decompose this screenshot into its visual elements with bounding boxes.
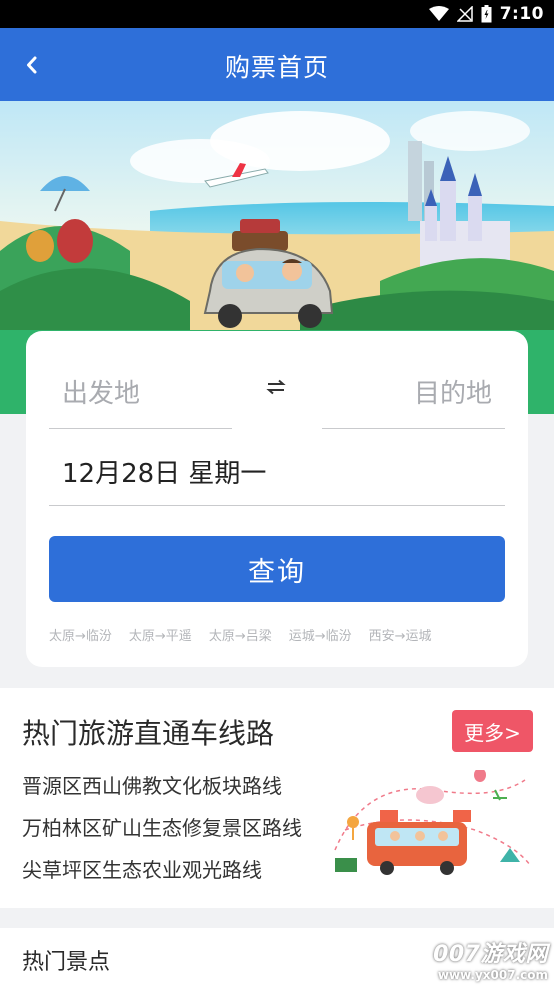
wifi-icon [428, 6, 449, 21]
travel-date-field[interactable]: 12月28日 星期一 [62, 453, 266, 490]
route-item[interactable]: 尖草坪区生态农业观光路线 [22, 854, 262, 883]
history-item[interactable]: 太原→吕梁 [209, 625, 272, 644]
no-signal-icon [456, 6, 473, 22]
destination-underline [322, 428, 505, 429]
departure-city-field[interactable]: 出发地 [62, 373, 140, 410]
status-icons: 7:10 [428, 4, 544, 24]
status-bar: 7:10 [0, 0, 554, 28]
banner-illustration [0, 111, 554, 333]
history-item[interactable]: 运城→临汾 [289, 625, 352, 644]
history-item[interactable]: 太原→平遥 [129, 625, 192, 644]
swap-icon [266, 379, 286, 395]
battery-icon [481, 5, 492, 23]
hot-spots-title: 热门景点 [22, 950, 111, 975]
status-time: 7:10 [499, 4, 544, 24]
route-item[interactable]: 万柏林区矿山生态修复景区路线 [22, 812, 302, 841]
hot-routes-section: 热门旅游直通车线路 更多> 晋源区西山佛教文化板块路线 万柏林区矿山生态修复景区… [0, 688, 554, 908]
date-underline [49, 505, 505, 506]
more-routes-button[interactable]: 更多> [452, 710, 533, 752]
destination-city-field[interactable]: 目的地 [414, 373, 492, 410]
history-item[interactable]: 太原→临汾 [49, 625, 112, 644]
query-button[interactable]: 查询 [49, 536, 505, 602]
route-item[interactable]: 晋源区西山佛教文化板块路线 [22, 770, 282, 799]
swap-cities-button[interactable] [266, 379, 286, 399]
departure-underline [49, 428, 232, 429]
hot-routes-title: 热门旅游直通车线路 [22, 717, 275, 750]
ticket-search-card: 出发地 目的地 12月28日 星期一 查询 太原→临汾 太原→平遥 太原→吕梁 … [26, 331, 528, 667]
watermark-brand: 007游戏网 [433, 942, 548, 967]
bus-illustration [334, 770, 531, 875]
title-bar: 购票首页 [0, 28, 554, 101]
watermark-url: www.yx007.com [437, 968, 548, 982]
history-item[interactable]: 西安→运城 [369, 625, 432, 644]
travel-banner[interactable] [0, 101, 554, 333]
page-title: 购票首页 [224, 53, 329, 82]
site-watermark: 007游戏网 www.yx007.com [433, 936, 548, 982]
search-history: 太原→临汾 太原→平遥 太原→吕梁 运城→临汾 西安→运城 [49, 625, 432, 644]
